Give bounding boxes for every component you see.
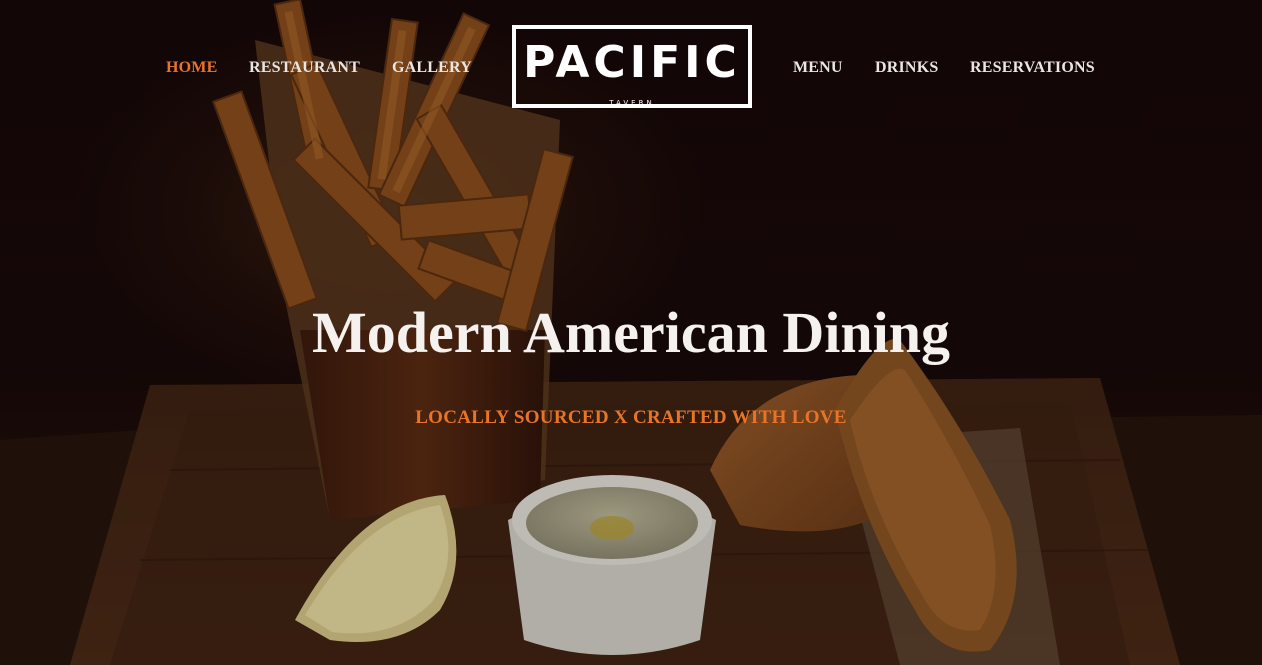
hero-section: HOME RESTAURANT GALLERY PACIFIC TAVERN M… <box>0 0 1262 665</box>
hero-tagline: LOCALLY SOURCED X CRAFTED WITH LOVE <box>415 407 847 428</box>
nav-link-gallery[interactable]: GALLERY <box>392 59 472 77</box>
main-navigation: HOME RESTAURANT GALLERY PACIFIC TAVERN M… <box>0 0 1262 140</box>
nav-link-home[interactable]: HOME <box>166 59 217 77</box>
hero-headline: Modern American Dining <box>312 300 950 365</box>
nav-link-drinks[interactable]: DRINKS <box>875 59 938 77</box>
nav-link-restaurant[interactable]: RESTAURANT <box>249 59 360 77</box>
logo-wordmark: PACIFIC <box>523 37 741 88</box>
nav-link-menu[interactable]: MENU <box>793 59 843 77</box>
nav-link-reservations[interactable]: RESERVATIONS <box>970 59 1095 77</box>
logo-subtitle: TAVERN <box>609 99 655 107</box>
site-logo[interactable]: PACIFIC TAVERN <box>512 25 752 108</box>
